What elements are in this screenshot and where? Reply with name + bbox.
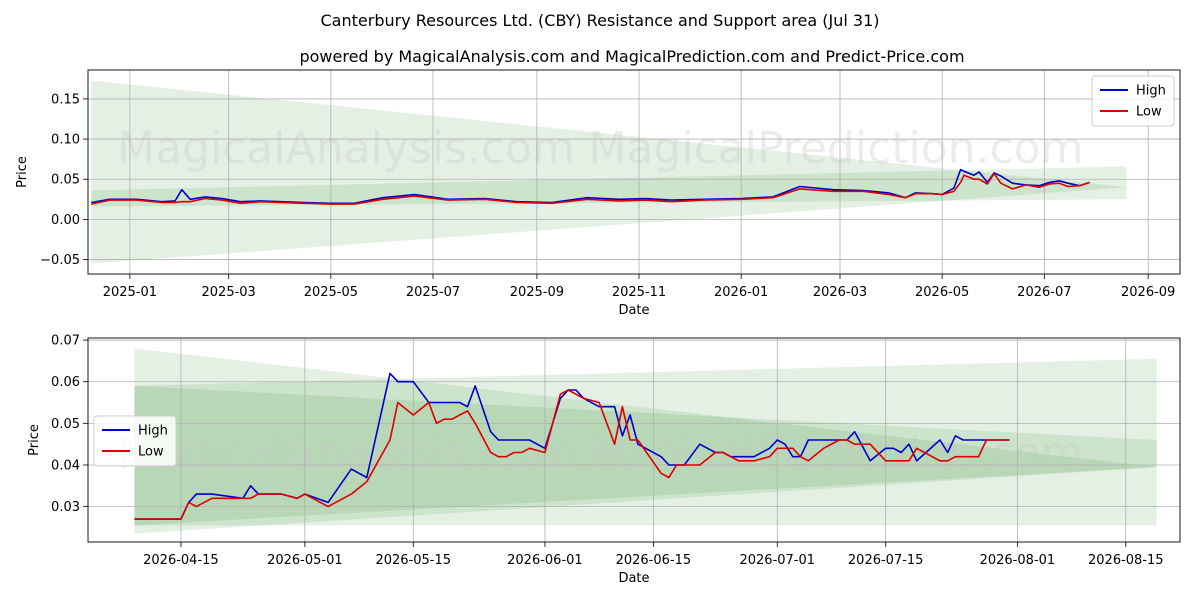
- x-tick-label: 2025-11: [612, 285, 666, 300]
- y-tick-label: 0.07: [51, 334, 80, 349]
- y-tick-label: 0.00: [51, 213, 80, 228]
- x-tick-label: 2026-04-15: [143, 553, 219, 568]
- x-tick-label: 2026-05-15: [375, 553, 451, 568]
- legend-label: High: [138, 424, 168, 439]
- y-tick-label: 0.04: [51, 458, 80, 473]
- y-axis-label: Price: [15, 156, 30, 188]
- y-tick-label: 0.06: [51, 375, 80, 390]
- chart-title: Canterbury Resources Ltd. (CBY) Resistan…: [321, 11, 880, 30]
- x-tick-label: 2026-08-15: [1088, 553, 1164, 568]
- x-tick-label: 2026-05: [915, 285, 969, 300]
- x-axis-label: Date: [618, 303, 649, 318]
- watermark-text: MagicalAnalysis.com: [117, 123, 575, 174]
- x-tick-label: 2026-06-01: [507, 553, 583, 568]
- x-tick-label: 2026-07: [1017, 285, 1071, 300]
- x-tick-label: 2025-05: [304, 285, 358, 300]
- watermark-text: MagicalPrediction.com: [589, 428, 1084, 479]
- x-tick-label: 2026-05-01: [267, 553, 343, 568]
- x-tick-label: 2025-03: [202, 285, 256, 300]
- x-tick-label: 2026-09: [1121, 285, 1175, 300]
- y-axis-label: Price: [27, 424, 42, 456]
- watermark-text: MagicalPrediction.com: [589, 123, 1084, 174]
- top-panel: MagicalAnalysis.com MagicalPrediction.com…: [15, 69, 1181, 318]
- y-tick-label: 0.05: [51, 173, 80, 188]
- chart-subtitle: powered by MagicalAnalysis.com and Magic…: [299, 47, 964, 66]
- chart-canvas: Canterbury Resources Ltd. (CBY) Resistan…: [15, 11, 1181, 586]
- watermark-text: MagicalAnalysis.com: [117, 428, 575, 479]
- y-tick-label: −0.05: [40, 253, 80, 268]
- y-tick-label: 0.03: [51, 500, 80, 515]
- x-tick-label: 2025-07: [406, 285, 460, 300]
- x-tick-label: 2025-01: [103, 285, 157, 300]
- x-tick-label: 2026-03: [813, 285, 867, 300]
- x-tick-label: 2026-07-01: [739, 553, 815, 568]
- x-tick-label: 2026-08-01: [980, 553, 1056, 568]
- y-tick-label: 0.10: [51, 133, 80, 148]
- legend-label: High: [1136, 84, 1166, 99]
- x-tick-label: 2025-09: [510, 285, 564, 300]
- x-axis-label: Date: [618, 571, 649, 586]
- x-tick-label: 2026-07-15: [848, 553, 924, 568]
- bottom-panel: MagicalAnalysis.com MagicalPrediction.com…: [27, 334, 1181, 586]
- y-tick-label: 0.15: [51, 92, 80, 107]
- x-tick-label: 2026-01: [714, 285, 768, 300]
- x-tick-label: 2026-06-15: [616, 553, 692, 568]
- legend-label: Low: [1136, 105, 1162, 120]
- y-tick-label: 0.05: [51, 417, 80, 432]
- legend-label: Low: [138, 445, 164, 460]
